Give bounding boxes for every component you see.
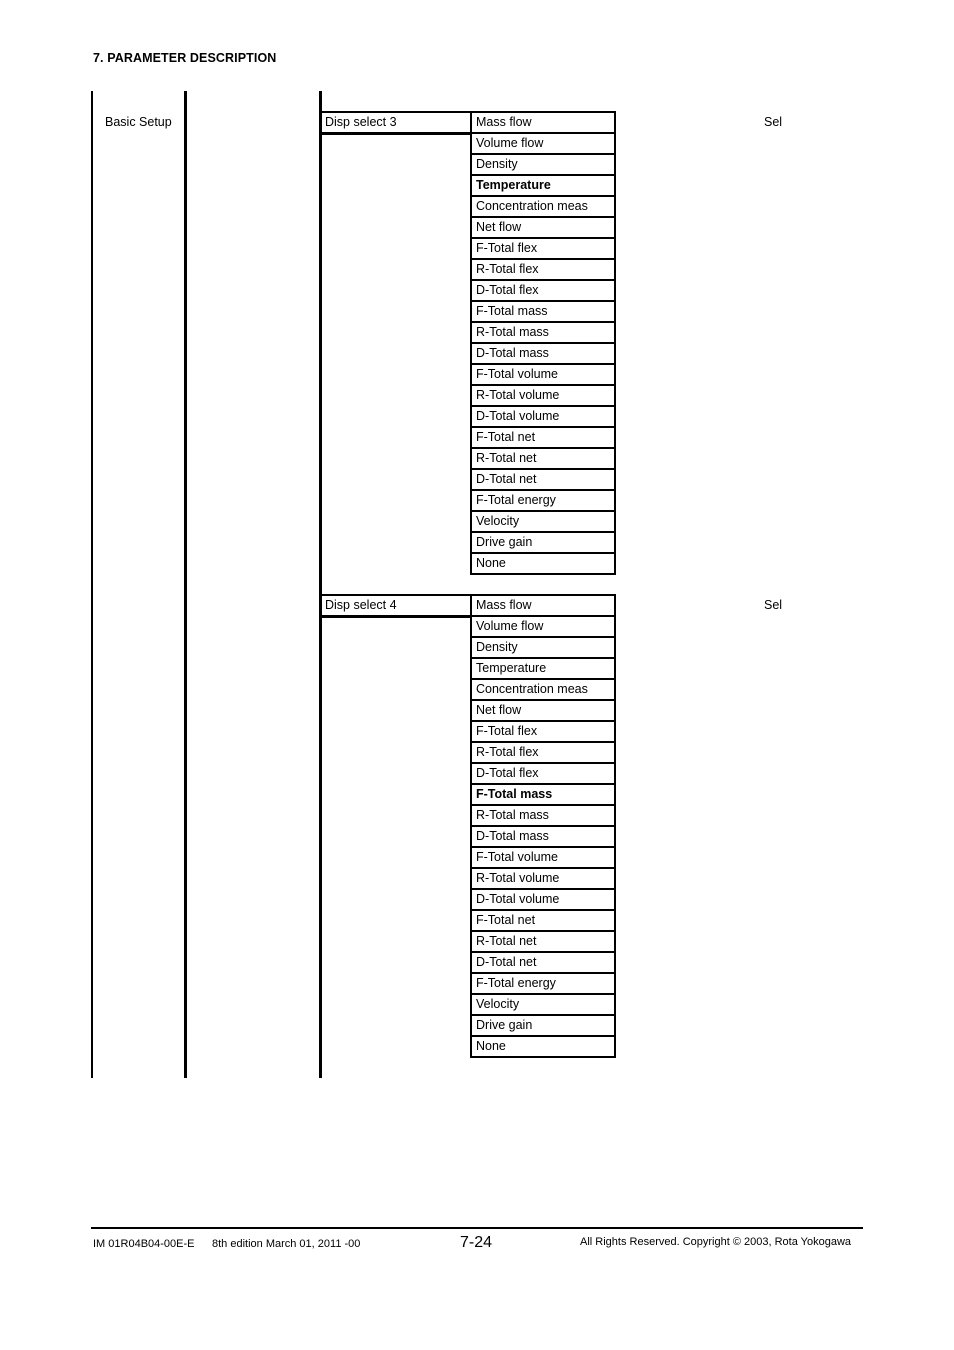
- option-item: D-Total net: [470, 468, 616, 489]
- option-item: None: [470, 1035, 616, 1058]
- option-item: Temperature: [470, 174, 616, 195]
- footer-edition: 8th edition March 01, 2011 -00: [212, 1238, 361, 1250]
- option-item: F-Total mass: [470, 300, 616, 321]
- option-item: R-Total mass: [470, 321, 616, 342]
- option-item: D-Total flex: [470, 279, 616, 300]
- option-item: Mass flow: [470, 111, 616, 132]
- option-item: Mass flow: [470, 594, 616, 615]
- footer-divider: [91, 1227, 863, 1229]
- table-border-menu: [184, 91, 187, 1078]
- option-item: R-Total flex: [470, 258, 616, 279]
- option-item: F-Total volume: [470, 846, 616, 867]
- option-item: R-Total net: [470, 930, 616, 951]
- footer-copyright: All Rights Reserved. Copyright © 2003, R…: [580, 1236, 852, 1248]
- option-item: Temperature: [470, 657, 616, 678]
- option-item: Concentration meas: [470, 678, 616, 699]
- option-item: R-Total flex: [470, 741, 616, 762]
- section-title: 7. PARAMETER DESCRIPTION: [93, 51, 277, 65]
- option-item: D-Total net: [470, 951, 616, 972]
- option-item: D-Total mass: [470, 342, 616, 363]
- options-list-disp-select-3: Mass flow Volume flow Density Temperature Co…: [470, 111, 616, 575]
- table-border-left: [91, 91, 93, 1078]
- option-item: R-Total volume: [470, 867, 616, 888]
- option-item: Net flow: [470, 699, 616, 720]
- menu-label: Basic Setup: [105, 115, 172, 129]
- option-item: F-Total flex: [470, 237, 616, 258]
- option-item: R-Total net: [470, 447, 616, 468]
- option-item: None: [470, 552, 616, 575]
- option-item: D-Total flex: [470, 762, 616, 783]
- option-item: F-Total net: [470, 426, 616, 447]
- footer-page-number: 7-24: [460, 1234, 493, 1251]
- footer-doc-id: IM 01R04B04-00E-E: [93, 1238, 195, 1250]
- options-list-disp-select-4: Mass flow Volume flow Density Temperature Co…: [470, 594, 616, 1058]
- option-item: F-Total volume: [470, 363, 616, 384]
- option-item: Volume flow: [470, 615, 616, 636]
- option-item: Volume flow: [470, 132, 616, 153]
- option-item: F-Total net: [470, 909, 616, 930]
- option-item: Velocity: [470, 510, 616, 531]
- param-label-disp-select-3: Disp select 3: [320, 111, 472, 135]
- option-item: F-Total energy: [470, 489, 616, 510]
- param-access-disp-select-4: Sel: [764, 598, 783, 612]
- param-label-disp-select-4: Disp select 4: [320, 594, 472, 618]
- table-border-param: [319, 91, 322, 1078]
- option-item: Concentration meas: [470, 195, 616, 216]
- option-item: F-Total flex: [470, 720, 616, 741]
- option-item: R-Total volume: [470, 384, 616, 405]
- option-item: Drive gain: [470, 531, 616, 552]
- option-item: D-Total mass: [470, 825, 616, 846]
- param-access-disp-select-3: Sel: [764, 115, 783, 129]
- option-item: D-Total volume: [470, 888, 616, 909]
- option-item: Density: [470, 636, 616, 657]
- option-item: Drive gain: [470, 1014, 616, 1035]
- option-item: F-Total energy: [470, 972, 616, 993]
- option-item: D-Total volume: [470, 405, 616, 426]
- option-item: Velocity: [470, 993, 616, 1014]
- option-item: Density: [470, 153, 616, 174]
- option-item: R-Total mass: [470, 804, 616, 825]
- option-item: F-Total mass: [470, 783, 616, 804]
- option-item: Net flow: [470, 216, 616, 237]
